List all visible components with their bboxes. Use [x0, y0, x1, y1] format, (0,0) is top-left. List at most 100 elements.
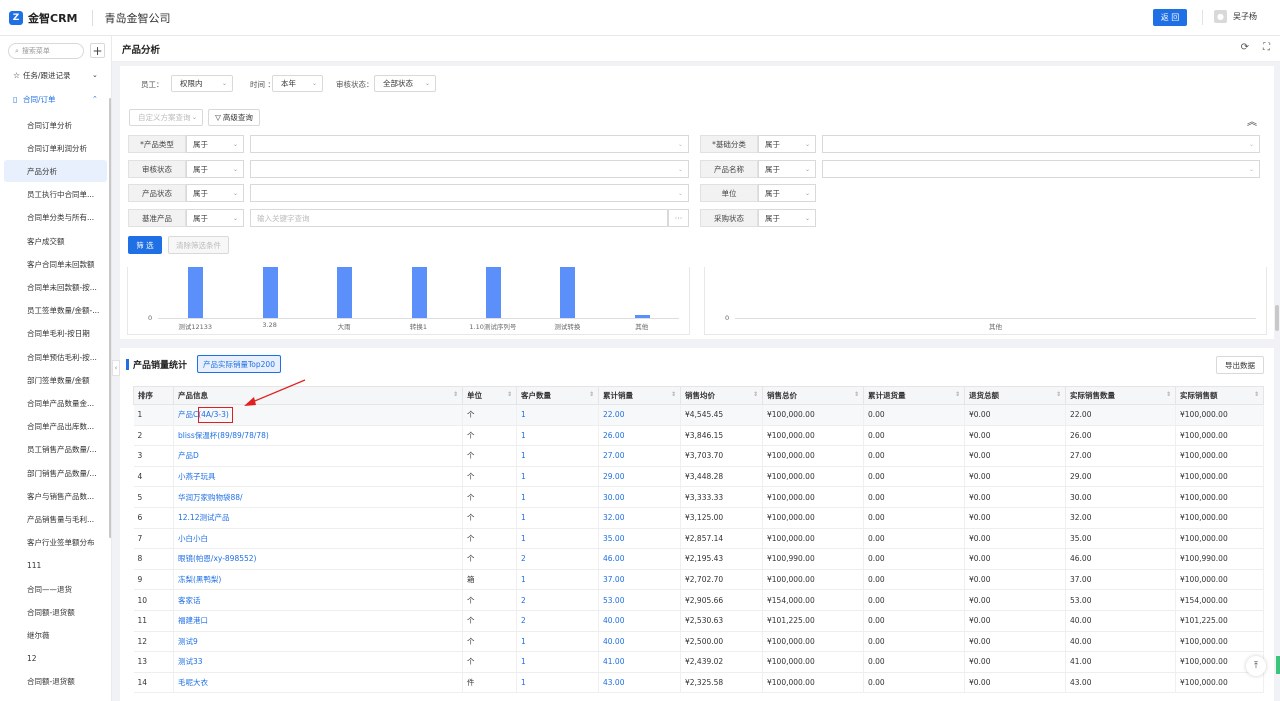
column-header[interactable]: 排序 [133, 386, 174, 405]
table-cell-link[interactable]: 测试9 [173, 631, 463, 653]
chart-bar[interactable] [485, 267, 501, 318]
column-header[interactable]: 销售均价 ⇕ [680, 386, 763, 405]
table-cell-link[interactable]: 26.00 [598, 425, 681, 447]
table-cell-link[interactable]: 华润万家购物袋88/ [173, 486, 463, 508]
column-header[interactable]: 累计退货量 ⇕ [863, 386, 965, 405]
condition-operator-select[interactable]: 属于 ⌄ [758, 135, 816, 153]
table-cell-link[interactable]: 1 [516, 445, 599, 467]
sort-icon[interactable]: ⇕ [453, 391, 458, 398]
table-cell-link[interactable]: 眼镜(帕恩/xy-898552) [173, 548, 463, 570]
condition-value-input[interactable]: 输入关键字查询 [250, 209, 668, 227]
column-header[interactable]: 实际销售数量 ⇕ [1065, 386, 1176, 405]
top200-button[interactable]: 产品实际销量Top200 [197, 355, 281, 373]
table-cell-link[interactable]: 1 [516, 569, 599, 591]
more-options-button[interactable]: ··· [668, 209, 689, 227]
add-menu-button[interactable]: + [90, 43, 105, 58]
fullscreen-icon[interactable]: ⛶ [1263, 42, 1270, 53]
table-cell-link[interactable]: 2 [516, 548, 599, 570]
table-cell-link[interactable]: 29.00 [598, 466, 681, 488]
table-cell-link[interactable]: 53.00 [598, 589, 681, 611]
sidebar-item[interactable]: 111 [0, 555, 111, 577]
condition-operator-select[interactable]: 属于 ⌄ [186, 209, 244, 227]
table-cell-link[interactable]: 40.00 [598, 610, 681, 632]
table-cell-link[interactable]: 1 [516, 486, 599, 508]
table-cell-link[interactable]: 测试33 [173, 651, 463, 673]
condition-operator-select[interactable]: 属于 ⌄ [186, 135, 244, 153]
sort-icon[interactable]: ⇕ [1254, 391, 1259, 398]
sidebar-item[interactable]: 员工执行中合同单... [0, 184, 111, 206]
column-header[interactable]: 产品信息 ⇕ [173, 386, 463, 405]
table-cell-link[interactable]: 40.00 [598, 631, 681, 653]
column-header[interactable]: 累计销量 ⇕ [598, 386, 681, 405]
user-menu[interactable]: ● 吴子杨 [1214, 10, 1257, 23]
sidebar-item[interactable]: 产品分析 [4, 160, 107, 183]
sidebar-item[interactable]: 合同单预估毛利-按... [0, 346, 111, 368]
sidebar-item[interactable]: 员工签单数量/金额-... [0, 300, 111, 322]
condition-operator-select[interactable]: 属于 ⌄ [186, 160, 244, 178]
chart-bar[interactable] [411, 267, 427, 318]
clear-filters-button[interactable]: 清除筛选条件 [168, 236, 229, 254]
table-cell-link[interactable]: 12.12测试产品 [173, 507, 463, 529]
time-select[interactable]: 本年 ⌄ [272, 75, 323, 92]
table-cell-link[interactable]: 43.00 [598, 672, 681, 694]
column-header[interactable]: 退货总额 ⇕ [964, 386, 1066, 405]
chart-bar[interactable] [634, 315, 650, 318]
sidebar-item[interactable]: 员工销售产品数量/... [0, 439, 111, 461]
table-cell-link[interactable]: 福建港口 [173, 610, 463, 632]
condition-value-select[interactable]: ⌄ [822, 135, 1260, 153]
refresh-icon[interactable]: ⟳ [1241, 42, 1249, 53]
sidebar-item[interactable]: 客户合同单未回款额 [0, 253, 111, 275]
sidebar-item[interactable]: 合同单未回款额-按... [0, 276, 111, 298]
advanced-search-button[interactable]: ▽ 高级查询 [208, 109, 260, 126]
table-cell-link[interactable]: 1 [516, 651, 599, 673]
sidebar-group-contracts[interactable]: ▯ 合同/订单 ⌃ [0, 88, 111, 110]
table-cell-link[interactable]: 1 [516, 425, 599, 447]
table-cell-link[interactable]: 1 [516, 528, 599, 550]
table-cell-link[interactable]: 41.00 [598, 651, 681, 673]
collapse-sidebar-button[interactable]: ‹ [112, 360, 120, 376]
chart-bar[interactable] [262, 267, 278, 318]
table-cell-link[interactable]: 30.00 [598, 486, 681, 508]
condition-operator-select[interactable]: 属于 ⌄ [186, 184, 244, 202]
table-cell-link[interactable]: 小白小白 [173, 528, 463, 550]
table-cell-link[interactable]: 小燕子玩具 [173, 466, 463, 488]
audit-status-select[interactable]: 全部状态 ⌄ [374, 75, 436, 92]
table-cell-link[interactable]: 1 [516, 631, 599, 653]
table-cell-link[interactable]: 1 [516, 507, 599, 529]
condition-operator-select[interactable]: 属于 ⌄ [758, 184, 816, 202]
table-cell-link[interactable]: 冻梨(黑鸭梨) [173, 569, 463, 591]
sidebar-item[interactable]: 继尔薇 [0, 624, 111, 646]
table-cell-link[interactable]: 毛呢大衣 [173, 672, 463, 694]
condition-value-select[interactable]: ⌄ [250, 160, 689, 178]
back-to-top-icon[interactable]: ⤒ [1246, 656, 1266, 676]
sidebar-item[interactable]: 合同订单利润分析 [0, 137, 111, 159]
sort-icon[interactable]: ⇕ [507, 391, 512, 398]
sidebar-item[interactable]: 客户行业签单额分布 [0, 532, 111, 554]
sort-icon[interactable]: ⇕ [1056, 391, 1061, 398]
column-header[interactable]: 客户数量 ⇕ [516, 386, 599, 405]
table-cell-link[interactable]: 27.00 [598, 445, 681, 467]
app-logo[interactable]: Z 金智CRM [9, 10, 78, 26]
table-cell-link[interactable]: 客家话 [173, 589, 463, 611]
sidebar-item[interactable]: 产品销售量与毛利... [0, 508, 111, 530]
table-cell-link[interactable]: 产品D [173, 445, 463, 467]
sort-icon[interactable]: ⇕ [753, 391, 758, 398]
table-cell-link[interactable]: 46.00 [598, 548, 681, 570]
column-header[interactable]: 销售总价 ⇕ [762, 386, 864, 405]
sidebar-group-tasks[interactable]: ☆ 任务/跟进记录 ⌄ [0, 64, 111, 86]
sidebar-item[interactable]: 合同额-退货额 [0, 601, 111, 623]
condition-operator-select[interactable]: 属于 ⌄ [758, 160, 816, 178]
table-cell-link[interactable]: 1 [516, 672, 599, 694]
table-cell-link[interactable]: 32.00 [598, 507, 681, 529]
table-cell-link[interactable]: 35.00 [598, 528, 681, 550]
back-button[interactable]: 返 回 [1153, 9, 1187, 26]
sidebar-item[interactable]: 合同单毛利-按日期 [0, 323, 111, 345]
collapse-filters-icon[interactable]: ︽ [1247, 113, 1257, 128]
scheme-select[interactable]: 自定义方案查询 ⌄ [129, 109, 203, 126]
table-cell-link[interactable]: 1 [516, 404, 599, 426]
condition-value-select[interactable]: ⌄ [250, 184, 689, 202]
table-cell-link[interactable]: 2 [516, 610, 599, 632]
sort-icon[interactable]: ⇕ [1166, 391, 1171, 398]
sort-icon[interactable]: ⇕ [955, 391, 960, 398]
table-cell-link[interactable]: 37.00 [598, 569, 681, 591]
